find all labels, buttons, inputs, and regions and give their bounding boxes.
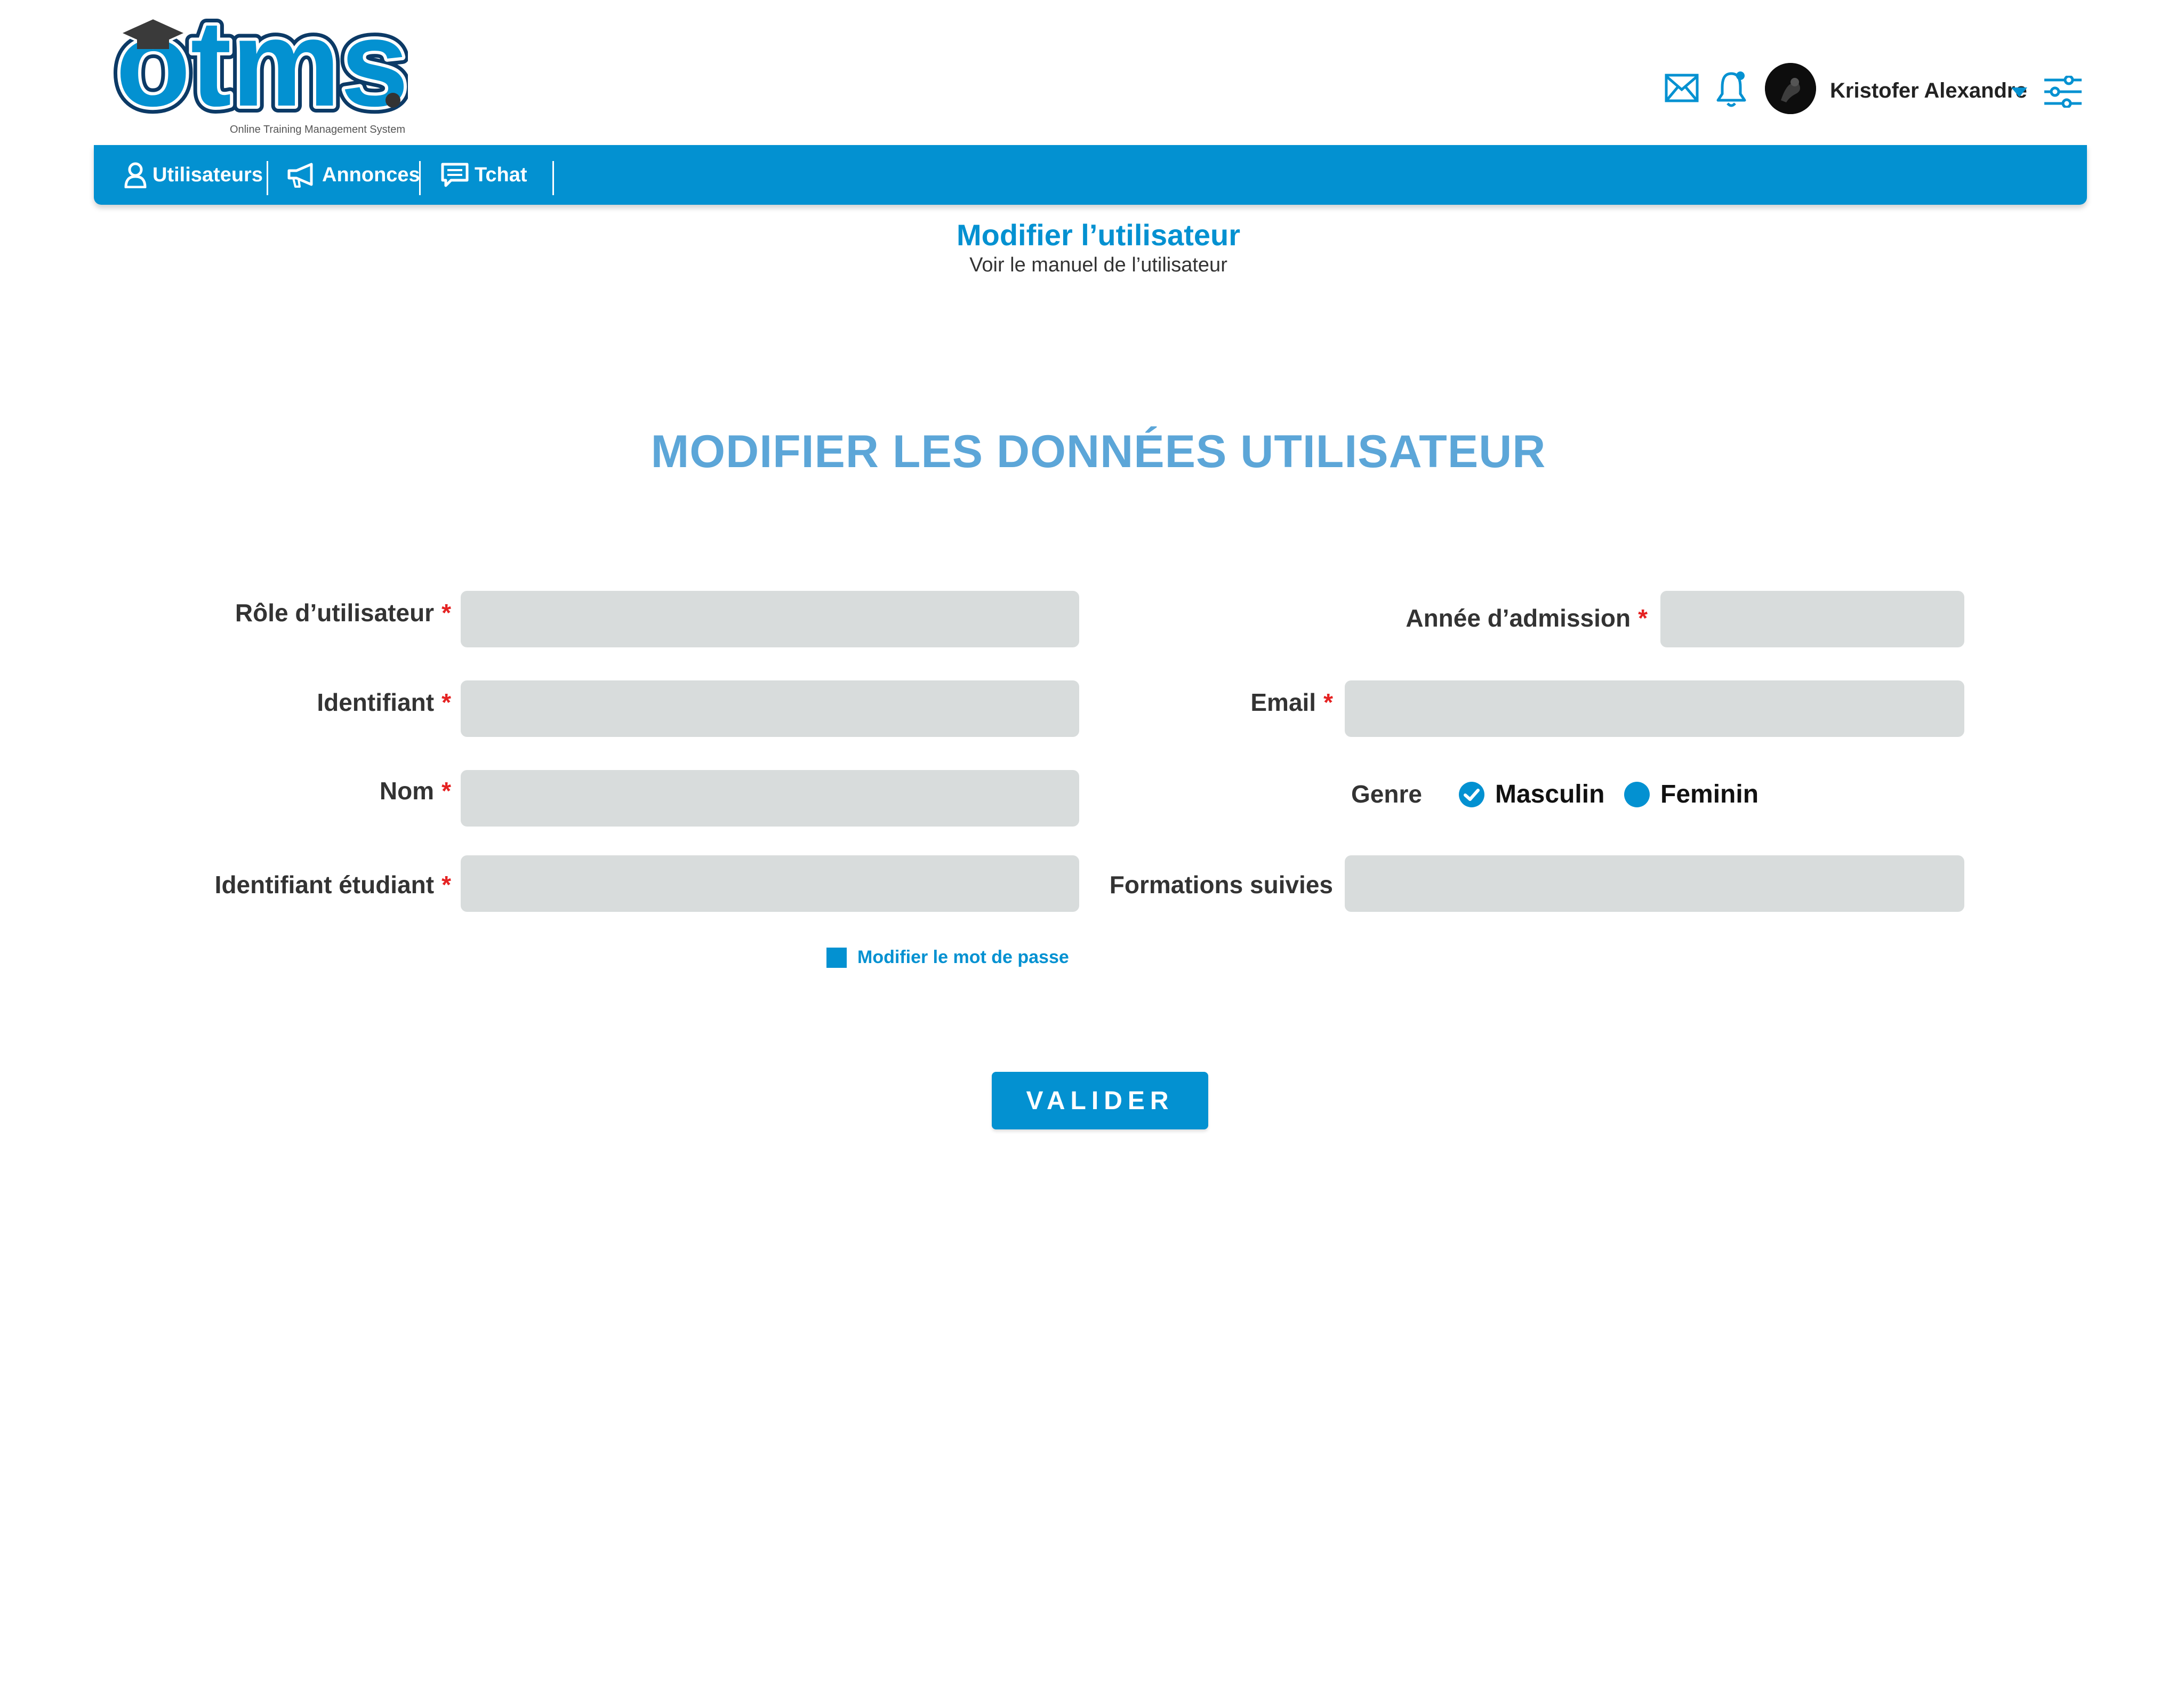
formations-label: Formations suivies [1109, 871, 1333, 899]
form-heading: MODIFIER LES DONNÉES UTILISATEUR [651, 426, 1546, 477]
otms-logo[interactable]: otms otms otms Online Training Managemen… [109, 11, 408, 135]
megaphone-icon [287, 163, 313, 188]
avatar-image [1765, 63, 1816, 114]
nav-item-label: Utilisateurs [152, 163, 263, 186]
annee-admission-label: Année d’admission * [1406, 604, 1648, 632]
nav-item-label: Tchat [475, 163, 527, 186]
genre-option-feminin[interactable]: Feminin [1624, 780, 1759, 809]
main-nav: Utilisateurs Annonces Tchat [94, 145, 2087, 205]
formations-field[interactable] [1345, 855, 1964, 912]
email-label: Email * [1250, 688, 1333, 716]
checkmark-icon [1464, 788, 1480, 801]
change-password-toggle[interactable]: Modifier le mot de passe [826, 947, 1069, 968]
required-marker: * [441, 777, 451, 805]
submit-button[interactable]: VALIDER [992, 1072, 1208, 1129]
identifiant-etudiant-label: Identifiant étudiant * [214, 871, 451, 899]
radio-checked-icon[interactable] [1459, 781, 1484, 807]
sliders-icon[interactable] [2043, 76, 2083, 108]
required-marker: * [441, 871, 451, 899]
change-password-checkbox[interactable] [826, 947, 847, 968]
genre-label: Genre [1351, 780, 1422, 808]
user-name[interactable]: Kristofer Alexandre [1830, 79, 2027, 103]
required-marker: * [441, 599, 451, 627]
radio-label: Feminin [1660, 780, 1759, 808]
user-manual-link[interactable]: Voir le manuel de l’utilisateur [0, 254, 2184, 277]
genre-option-masculin[interactable]: Masculin [1459, 780, 1604, 809]
nom-field[interactable] [461, 770, 1079, 827]
annee-admission-field[interactable] [1660, 591, 1964, 647]
nav-divider [419, 161, 421, 195]
logo-graphic: otms otms otms [109, 11, 408, 117]
change-password-label: Modifier le mot de passe [857, 947, 1069, 967]
nav-divider [552, 161, 554, 195]
nav-item-annonces[interactable]: Annonces [286, 145, 420, 205]
page-title: Modifier l’utilisateur [956, 218, 1241, 252]
identifiant-field[interactable] [461, 680, 1079, 737]
required-marker: * [1638, 604, 1648, 632]
role-label: Rôle d’utilisateur * [235, 599, 451, 627]
chat-icon [441, 163, 469, 187]
required-marker: * [1323, 688, 1333, 716]
logo-dot [386, 93, 400, 108]
identifiant-label: Identifiant * [317, 688, 451, 716]
identifiant-etudiant-field[interactable] [461, 855, 1079, 912]
avatar[interactable] [1765, 63, 1816, 114]
required-marker: * [441, 688, 451, 716]
nav-item-utilisateurs[interactable]: Utilisateurs [124, 145, 263, 205]
radio-icon[interactable] [1624, 781, 1650, 807]
role-field[interactable] [461, 591, 1079, 647]
nav-divider [267, 161, 268, 195]
caret-down-icon[interactable] [2011, 87, 2027, 97]
bell-icon[interactable] [1716, 68, 1747, 109]
email-field[interactable] [1345, 680, 1964, 737]
logo-tagline: Online Training Management System [229, 124, 405, 135]
user-icon [124, 162, 147, 188]
radio-label: Masculin [1495, 780, 1605, 808]
mail-icon[interactable] [1665, 74, 1699, 102]
nom-label: Nom * [379, 777, 451, 805]
nav-item-tchat[interactable]: Tchat [440, 145, 527, 205]
nav-item-label: Annonces [322, 163, 420, 186]
